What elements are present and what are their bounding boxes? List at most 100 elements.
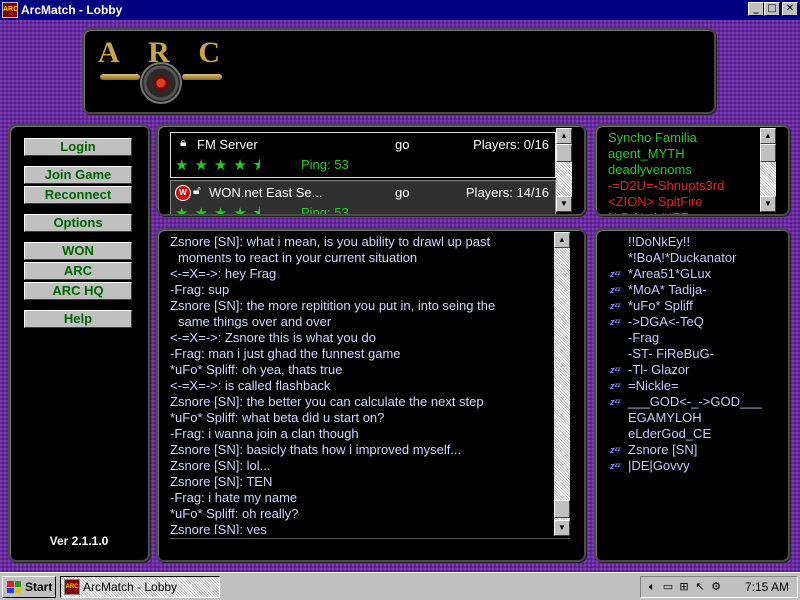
user-list-item[interactable]: EGAMYLOH — [610, 410, 786, 426]
chat-message-text: Zsnore [SN]: basicly thats how i improve… — [170, 442, 462, 457]
user-list-item[interactable]: zᶻᶻ Zsnore [SN] — [610, 442, 786, 458]
server-list: 🔒︎ FM Server go Players: 0/16 ★★★★⯨ Ping… — [170, 132, 556, 214]
server-ping: Ping: 53 — [301, 157, 349, 172]
arc-app-icon[interactable]: ARC — [2, 2, 18, 18]
server-row[interactable]: 🔒︎ FM Server go Players: 0/16 ★★★★⯨ Ping… — [170, 132, 556, 178]
chat-message: Zsnore [SN]: what i mean, is you ability… — [170, 234, 554, 266]
chat-message-text: Zsnore [SN]: TEN — [170, 474, 273, 489]
team-list-item[interactable]: Syncho Familia — [608, 130, 758, 146]
close-button[interactable]: ✕ — [782, 2, 798, 16]
user-list-item[interactable]: zᶻᶻ *MoA* Tadija- — [610, 282, 786, 298]
user-name: *MoA* Tadija- — [628, 282, 707, 297]
arc-app-icon: ARC — [64, 579, 80, 595]
user-list-item[interactable]: zᶻᶻ -Tl- Glazor — [610, 362, 786, 378]
system-tray: 🔈︎ ▭ ⊞ ↖ ⚙ 7:15 AM — [640, 576, 798, 598]
taskbar-item-arcmatch[interactable]: ARC ArcMatch - Lobby — [60, 576, 220, 598]
chat-message-text: Zsnore [SN]: the more repitition you put… — [170, 298, 496, 313]
server-go-link[interactable]: go — [395, 137, 409, 152]
maximize-button[interactable]: □ — [764, 2, 780, 16]
sleeping-icon: zᶻᶻ — [610, 317, 621, 327]
team-list-item[interactable]: agent_MYTH — [608, 146, 758, 162]
team-list-scrollbar[interactable]: ▲ ▼ — [760, 128, 776, 212]
scrollbar-thumb[interactable] — [554, 500, 570, 518]
login-button[interactable]: Login — [24, 138, 132, 156]
team-list-item[interactable]: -=D2U=-Shnupts3rd — [608, 178, 758, 194]
start-button[interactable]: Start — [2, 576, 56, 598]
user-list-item[interactable]: -Frag — [610, 330, 786, 346]
sleeping-icon: zᶻᶻ — [610, 445, 621, 455]
scroll-down-arrow-icon[interactable]: ▼ — [760, 196, 776, 212]
join-game-button[interactable]: Join Game — [24, 166, 132, 184]
chat-message-text: -Frag: sup — [170, 282, 230, 297]
user-list-item[interactable]: !!DoNkEy!! — [610, 234, 786, 250]
scroll-up-arrow-icon[interactable]: ▲ — [554, 232, 570, 248]
scrollbar-thumb[interactable] — [556, 144, 572, 162]
arc-logo: A R C — [98, 36, 222, 108]
start-label: Start — [25, 580, 53, 594]
scrollbar-track[interactable] — [554, 248, 570, 520]
minimize-button[interactable]: _ — [748, 2, 764, 16]
speaker-icon[interactable]: 🔈︎ — [645, 580, 659, 594]
user-list-item[interactable]: -ST- FiReBuG- — [610, 346, 786, 362]
team-list-item[interactable]: <ZION> SpitFire — [608, 194, 758, 210]
logo-letter-a: A — [98, 36, 122, 69]
team-list-item[interactable]: deadlyvenoms — [608, 162, 758, 178]
network-icon[interactable]: ⊞ — [677, 580, 691, 594]
lock-icon: 🔒︎ — [180, 135, 187, 149]
logo-panel: A R C — [82, 28, 716, 114]
server-row[interactable]: W 🔓︎ WON.net East Se... go Players: 14/1… — [170, 180, 556, 214]
server-name: FM Server — [197, 137, 258, 152]
taskbar-item-label: ArcMatch - Lobby — [83, 580, 178, 594]
arc-button[interactable]: ARC — [24, 262, 132, 280]
won-button[interactable]: WON — [24, 242, 132, 260]
gear-icon[interactable]: ⚙ — [709, 580, 723, 594]
user-list: !!DoNkEy!! *!BoA!*Duckanator zᶻᶻ *Area51*GL… — [610, 234, 786, 474]
sleeping-icon: zᶻᶻ — [610, 269, 621, 279]
help-button[interactable]: Help — [24, 310, 132, 328]
server-list-scrollbar[interactable]: ▲ ▼ — [556, 128, 572, 212]
user-list-item[interactable]: zᶻᶻ ___GOD<-_->GOD___ — [610, 394, 786, 410]
cursor-icon[interactable]: ↖ — [693, 580, 707, 594]
monitor-icon[interactable]: ▭ — [661, 580, 675, 594]
user-list-item[interactable]: zᶻᶻ |DE|Govvy — [610, 458, 786, 474]
clock: 7:15 AM — [744, 580, 789, 594]
scroll-down-arrow-icon[interactable]: ▼ — [556, 196, 572, 212]
team-list-item[interactable]: N.D.N. 4 LIFE — [608, 210, 758, 214]
user-list-item[interactable]: zᶻᶻ ->DGA<-TeQ — [610, 314, 786, 330]
sleeping-icon: zᶻᶻ — [610, 285, 621, 295]
user-name: |DE|Govvy — [628, 458, 690, 473]
server-players: Players: 0/16 — [473, 137, 549, 152]
user-name: *!BoA!*Duckanator — [628, 250, 737, 265]
chat-message-text: Zsnore [SN]: lol... — [170, 458, 271, 473]
server-go-link[interactable]: go — [395, 185, 409, 200]
scroll-up-arrow-icon[interactable]: ▲ — [760, 128, 776, 144]
version-label: Ver 2.1.1.0 — [49, 534, 109, 548]
user-name: -ST- FiReBuG- — [628, 346, 714, 361]
user-list-item[interactable]: eLderGod_CE — [610, 426, 786, 442]
user-name: *uFo* Spliff — [628, 298, 693, 313]
scrollbar-thumb[interactable] — [760, 144, 776, 162]
chat-message-text: *uFo* Spliff: oh yea, thats true — [170, 362, 343, 377]
reconnect-button[interactable]: Reconnect — [24, 186, 132, 204]
sleeping-icon: zᶻᶻ — [610, 397, 621, 407]
user-list-item[interactable]: zᶻᶻ *Area51*GLux — [610, 266, 786, 282]
scroll-up-arrow-icon[interactable]: ▲ — [556, 128, 572, 144]
arc-hq-button[interactable]: ARC HQ — [24, 282, 132, 300]
window-controls: _ □ ✕ — [748, 2, 798, 16]
options-button[interactable]: Options — [24, 214, 132, 232]
chat-message: <-=X=->: Zsnore this is what you do — [170, 330, 554, 346]
chat-message: -Frag: i hate my name — [170, 490, 554, 506]
user-list-item[interactable]: zᶻᶻ =Nickle= — [610, 378, 786, 394]
user-name: -Frag — [628, 330, 660, 345]
user-list-item[interactable]: zᶻᶻ *uFo* Spliff — [610, 298, 786, 314]
user-list-panel: !!DoNkEy!! *!BoA!*Duckanator zᶻᶻ *Area51*GL… — [594, 228, 790, 562]
user-list-item[interactable]: *!BoA!*Duckanator — [610, 250, 786, 266]
chat-message-text: <-=X=->: is called flashback — [170, 378, 331, 393]
user-name: *Area51*GLux — [628, 266, 712, 281]
title-bar[interactable]: ARC ArcMatch - Lobby _ □ ✕ — [0, 0, 800, 20]
chat-scrollbar[interactable]: ▲ ▼ — [554, 232, 570, 536]
user-name: -Tl- Glazor — [628, 362, 690, 377]
scroll-down-arrow-icon[interactable]: ▼ — [554, 520, 570, 536]
chat-message: <-=X=->: is called flashback — [170, 378, 554, 394]
chat-input[interactable] — [170, 538, 570, 556]
